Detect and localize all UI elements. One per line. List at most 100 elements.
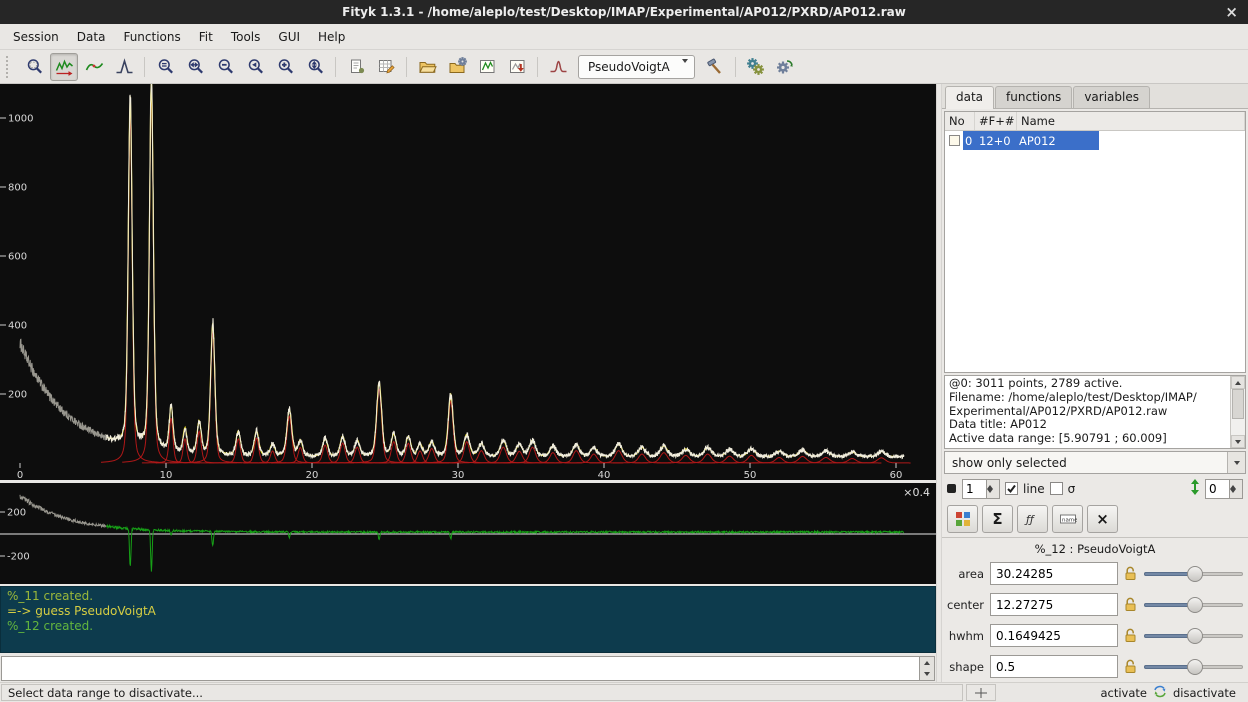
main-plot[interactable]: 20040060080010000102030405060 xyxy=(0,84,936,480)
toolbar-grip[interactable] xyxy=(6,56,14,78)
svg-text:50: 50 xyxy=(744,470,757,480)
scroll-down-icon[interactable] xyxy=(1231,435,1245,448)
param-hwhm-input[interactable] xyxy=(990,624,1118,647)
dataset-row[interactable]: 0 12+0 AP012 xyxy=(945,131,1245,150)
fityk-window: Fityk 1.3.1 - /home/aleplo/test/Desktop/… xyxy=(0,0,1248,702)
slider-knob[interactable] xyxy=(1187,566,1203,582)
menu-fit[interactable]: Fit xyxy=(190,26,222,48)
scroll-up-icon[interactable] xyxy=(1231,376,1245,389)
save-image-button[interactable] xyxy=(503,53,531,81)
run-fit-button[interactable] xyxy=(742,53,770,81)
chevron-down-icon[interactable] xyxy=(1227,452,1245,473)
point-size-input[interactable] xyxy=(962,479,987,499)
range-icon xyxy=(55,57,74,76)
mode-baseline-button[interactable] xyxy=(80,53,108,81)
copy-function-button[interactable]: ƒƒ xyxy=(1017,505,1048,533)
swap-icon[interactable] xyxy=(1153,685,1167,701)
history-down-icon[interactable] xyxy=(920,669,934,681)
auxiliary-plot[interactable]: 200-200×0.4 xyxy=(0,483,936,584)
param-shape-slider[interactable] xyxy=(1144,658,1243,676)
column-header-no[interactable]: No xyxy=(945,112,975,130)
zoom-vertical-button[interactable] xyxy=(301,53,329,81)
command-history-spinner[interactable] xyxy=(920,656,935,681)
data-editor-icon xyxy=(377,57,396,76)
slider-knob[interactable] xyxy=(1187,597,1203,613)
sidebar-tabs: data functions variables xyxy=(942,84,1248,109)
main-plot-svg: 20040060080010000102030405060 xyxy=(0,84,936,480)
sigma-checkbox[interactable] xyxy=(1050,482,1063,495)
zoom-in-icon xyxy=(276,57,295,76)
data-editor-button[interactable] xyxy=(372,53,400,81)
define-function-button[interactable] xyxy=(701,53,729,81)
data-table-button[interactable] xyxy=(947,505,978,533)
menu-help[interactable]: Help xyxy=(309,26,354,48)
function-type-select[interactable]: PseudoVoigtA xyxy=(578,55,695,79)
zoom-all-button[interactable] xyxy=(151,53,179,81)
param-area-input[interactable] xyxy=(990,562,1118,585)
command-input[interactable] xyxy=(1,656,920,681)
mode-add-peak-button[interactable] xyxy=(110,53,138,81)
sidebar: data functions variables No #F+# Name 0 … xyxy=(942,84,1248,682)
param-area-lock[interactable] xyxy=(1124,566,1138,581)
param-shape-lock[interactable] xyxy=(1124,659,1138,674)
info-scrollbar[interactable] xyxy=(1230,376,1245,448)
disactivate-label[interactable]: disactivate xyxy=(1173,686,1236,700)
line-checkbox[interactable] xyxy=(1005,482,1018,495)
load-session-button[interactable] xyxy=(473,53,501,81)
data-shift-input[interactable] xyxy=(1205,479,1230,499)
zoom-v-icon xyxy=(306,57,325,76)
tab-data[interactable]: data xyxy=(945,86,994,109)
scroll-thumb[interactable] xyxy=(1232,389,1244,419)
zoom-in-button[interactable] xyxy=(271,53,299,81)
column-header-f[interactable]: #F+# xyxy=(975,112,1017,130)
toolbar-separator xyxy=(331,56,340,78)
dataset-color-swatch[interactable] xyxy=(949,135,960,146)
line-label: line xyxy=(1023,482,1045,496)
tab-variables[interactable]: variables xyxy=(1073,86,1150,108)
close-icon[interactable]: × xyxy=(1225,0,1238,24)
range-mode-toggle: activate disactivate xyxy=(998,683,1248,702)
menu-functions[interactable]: Functions xyxy=(114,26,189,48)
dataset-name: AP012 xyxy=(1019,134,1099,148)
zoom-h-icon xyxy=(186,57,205,76)
tab-functions[interactable]: functions xyxy=(995,86,1072,108)
dataset-row-selection[interactable]: 0 12+0 AP012 xyxy=(963,131,1099,150)
menu-tools[interactable]: Tools xyxy=(222,26,270,48)
execute-script-button[interactable] xyxy=(443,53,471,81)
slider-knob[interactable] xyxy=(1187,659,1203,675)
param-shape-input[interactable] xyxy=(990,655,1118,678)
menu-data[interactable]: Data xyxy=(68,26,115,48)
history-up-icon[interactable] xyxy=(920,657,934,669)
activate-label[interactable]: activate xyxy=(1100,686,1147,700)
toolbar-separator xyxy=(731,56,740,78)
zoom-out-button[interactable] xyxy=(211,53,239,81)
param-area-slider[interactable] xyxy=(1144,565,1243,583)
settings-button[interactable] xyxy=(342,53,370,81)
status-coords-button[interactable] xyxy=(966,684,996,701)
svg-text:20: 20 xyxy=(306,470,319,480)
mode-data-range-button[interactable] xyxy=(50,53,78,81)
param-center-slider[interactable] xyxy=(1144,596,1243,614)
undo-fit-button[interactable] xyxy=(772,53,800,81)
function-filter-dropdown[interactable]: show only selected xyxy=(944,451,1246,474)
slider-knob[interactable] xyxy=(1187,628,1203,644)
mode-zoom-button[interactable] xyxy=(20,53,48,81)
rename-button[interactable]: name xyxy=(1052,505,1083,533)
param-hwhm-lock[interactable] xyxy=(1124,628,1138,643)
open-data-button[interactable] xyxy=(413,53,441,81)
menu-session[interactable]: Session xyxy=(4,26,68,48)
param-center-lock[interactable] xyxy=(1124,597,1138,612)
zoom-horizontal-button[interactable] xyxy=(181,53,209,81)
menu-gui[interactable]: GUI xyxy=(269,26,309,48)
param-center-input[interactable] xyxy=(990,593,1118,616)
data-shift-spinner[interactable] xyxy=(1205,479,1243,499)
sum-formula-button[interactable]: Σ xyxy=(982,505,1013,533)
auto-guess-peak-button[interactable] xyxy=(544,53,572,81)
zoom-previous-button[interactable] xyxy=(241,53,269,81)
param-hwhm-slider[interactable] xyxy=(1144,627,1243,645)
param-row-shape: shape xyxy=(942,651,1248,682)
column-header-name[interactable]: Name xyxy=(1017,112,1245,130)
point-size-spinner[interactable] xyxy=(962,479,1000,499)
delete-button[interactable]: × xyxy=(1087,505,1118,533)
svg-text:ƒƒ: ƒƒ xyxy=(1024,513,1036,526)
